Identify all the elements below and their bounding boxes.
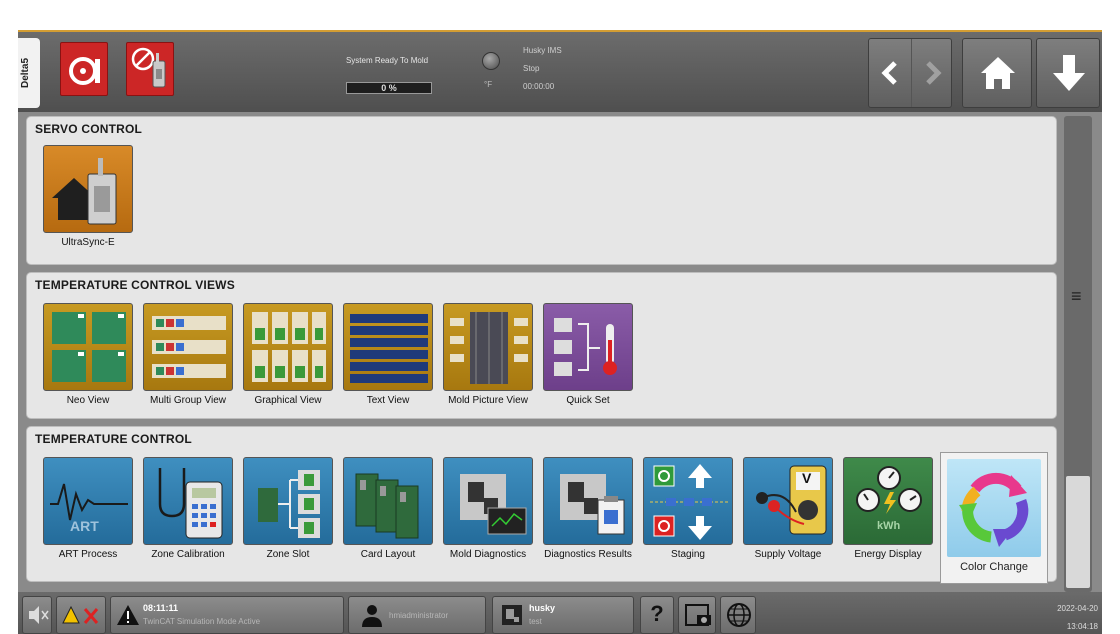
profile-sub: test bbox=[529, 617, 542, 626]
led-value: °F bbox=[484, 80, 493, 89]
top-bar: Delta5 System Ready To Mold 0 % °F Husky… bbox=[18, 32, 1102, 112]
machine-stop-button[interactable] bbox=[126, 42, 174, 96]
zone-calibration-icon bbox=[143, 457, 233, 545]
neo-view-icon bbox=[43, 303, 133, 391]
mold-picture-icon bbox=[443, 303, 533, 391]
staging-icon bbox=[643, 457, 733, 545]
tile-label: Card Layout bbox=[360, 549, 416, 560]
download-button[interactable] bbox=[1036, 38, 1100, 108]
tile-label: Neo View bbox=[66, 395, 110, 406]
user-icon bbox=[362, 605, 382, 627]
help-button[interactable]: ? bbox=[640, 596, 674, 634]
ims-info: Husky IMS Stop 00:00:00 bbox=[523, 42, 562, 96]
supply-voltage-icon: V bbox=[743, 457, 833, 545]
section-title: SERVO CONTROL bbox=[35, 122, 143, 136]
tile-label: Supply Voltage bbox=[754, 549, 822, 560]
zone-slot-icon bbox=[243, 457, 333, 545]
vertical-scrollbar[interactable] bbox=[1064, 116, 1092, 592]
help-icon: ? bbox=[650, 601, 664, 626]
servo-control-section: SERVO CONTROL UltraSync-E bbox=[26, 116, 1057, 265]
tile-label: Energy Display bbox=[854, 549, 922, 560]
progress-label: 0 % bbox=[381, 83, 397, 93]
tile-label: Color Change bbox=[960, 561, 1028, 573]
tile-label: Diagnostics Results bbox=[544, 549, 632, 560]
tile-label: Quick Set bbox=[566, 395, 610, 406]
chevron-left-icon bbox=[881, 61, 897, 85]
energy-display-icon: kWh bbox=[843, 457, 933, 545]
globe-icon bbox=[727, 603, 751, 627]
tile-label: Graphical View bbox=[254, 395, 322, 406]
mold-diagnostics-icon bbox=[443, 457, 533, 545]
tile-label: Zone Calibration bbox=[151, 549, 225, 560]
multi-group-icon bbox=[143, 303, 233, 391]
tile-label: ART Process bbox=[58, 549, 118, 560]
home-icon bbox=[981, 57, 1015, 89]
tile-label: Staging bbox=[671, 549, 705, 560]
speaker-muted-icon bbox=[29, 606, 49, 624]
status-led bbox=[482, 52, 500, 70]
language-button[interactable] bbox=[720, 596, 756, 634]
machine-status: System Ready To Mold 0 % bbox=[338, 56, 436, 94]
chevron-right-icon bbox=[926, 61, 942, 85]
alarm-bell-icon bbox=[69, 57, 100, 85]
screenshot-icon bbox=[685, 604, 711, 626]
user-button[interactable]: hmiadministrator bbox=[348, 596, 486, 634]
machine-tab[interactable]: Delta5 bbox=[18, 38, 40, 108]
arrow-down-icon bbox=[1053, 55, 1085, 91]
ims-time: 00:00:00 bbox=[523, 82, 555, 91]
tile-label: Multi Group View bbox=[150, 395, 226, 406]
no-hand-icon bbox=[131, 47, 166, 88]
screenshot-button[interactable] bbox=[678, 596, 716, 634]
message-text: TwinCAT Simulation Mode Active bbox=[143, 617, 261, 626]
energy-icon-text: kWh bbox=[877, 520, 901, 532]
bottom-bar: 08:11:11 TwinCAT Simulation Mode Active … bbox=[18, 592, 1102, 634]
ims-state: Stop bbox=[523, 64, 540, 73]
clock-date: 2022-04-20 bbox=[1057, 604, 1098, 613]
message-time: 08:11:11 bbox=[143, 603, 179, 613]
card-layout-icon bbox=[343, 457, 433, 545]
temperature-control-section: TEMPERATURE CONTROL ART ART Process Zone… bbox=[26, 426, 1057, 582]
tile-label: Zone Slot bbox=[266, 549, 310, 560]
alarm-reset-button[interactable] bbox=[60, 42, 108, 96]
back-button[interactable] bbox=[869, 39, 911, 107]
profile-name: husky bbox=[529, 603, 556, 613]
section-title: TEMPERATURE CONTROL bbox=[35, 432, 192, 446]
menu-lines-icon: ≡ bbox=[1071, 286, 1082, 306]
cycle-progress-bar: 0 % bbox=[346, 82, 432, 94]
status-text: System Ready To Mold bbox=[345, 56, 429, 65]
tile-label: Text View bbox=[366, 395, 410, 406]
forward-button[interactable] bbox=[911, 39, 953, 107]
temperature-views-section: TEMPERATURE CONTROL VIEWS Neo View Multi… bbox=[26, 272, 1057, 419]
art-process-icon: ART bbox=[43, 457, 133, 545]
ultrasync-icon bbox=[43, 145, 133, 233]
voltage-icon-text: V bbox=[802, 470, 812, 486]
tile-label: Mold Picture View bbox=[448, 395, 528, 406]
message-bar[interactable]: 08:11:11 TwinCAT Simulation Mode Active bbox=[110, 596, 344, 634]
section-title: TEMPERATURE CONTROL VIEWS bbox=[35, 278, 235, 292]
warning-icon bbox=[117, 605, 139, 625]
machine-tab-label: Delta5 bbox=[20, 57, 31, 88]
home-button[interactable] bbox=[962, 38, 1032, 108]
history-nav bbox=[868, 38, 952, 108]
color-change-icon bbox=[947, 459, 1041, 557]
graphical-view-icon bbox=[243, 303, 333, 391]
quick-set-icon bbox=[543, 303, 633, 391]
mold-profile-icon bbox=[502, 605, 522, 625]
tile-color-change[interactable]: Color Change bbox=[940, 452, 1048, 584]
warning-x-icon bbox=[62, 605, 99, 624]
alarm-acknowledge-button[interactable] bbox=[56, 596, 106, 634]
hmi-window: Delta5 System Ready To Mold 0 % °F Husky… bbox=[18, 30, 1102, 634]
mute-button[interactable] bbox=[22, 596, 52, 634]
text-view-icon bbox=[343, 303, 433, 391]
clock-time: 13:04:18 bbox=[1066, 622, 1098, 631]
tile-label: UltraSync-E bbox=[61, 237, 115, 248]
profile-button[interactable]: husky test bbox=[492, 596, 634, 634]
ims-title: Husky IMS bbox=[523, 46, 562, 55]
tile-label: Mold Diagnostics bbox=[449, 549, 527, 560]
diagnostics-results-icon bbox=[543, 457, 633, 545]
scrollbar-thumb[interactable] bbox=[1066, 476, 1090, 588]
art-icon-text: ART bbox=[70, 518, 99, 534]
user-name: hmiadministrator bbox=[389, 611, 449, 620]
system-clock: 2022-04-20 13:04:18 bbox=[1042, 600, 1098, 634]
